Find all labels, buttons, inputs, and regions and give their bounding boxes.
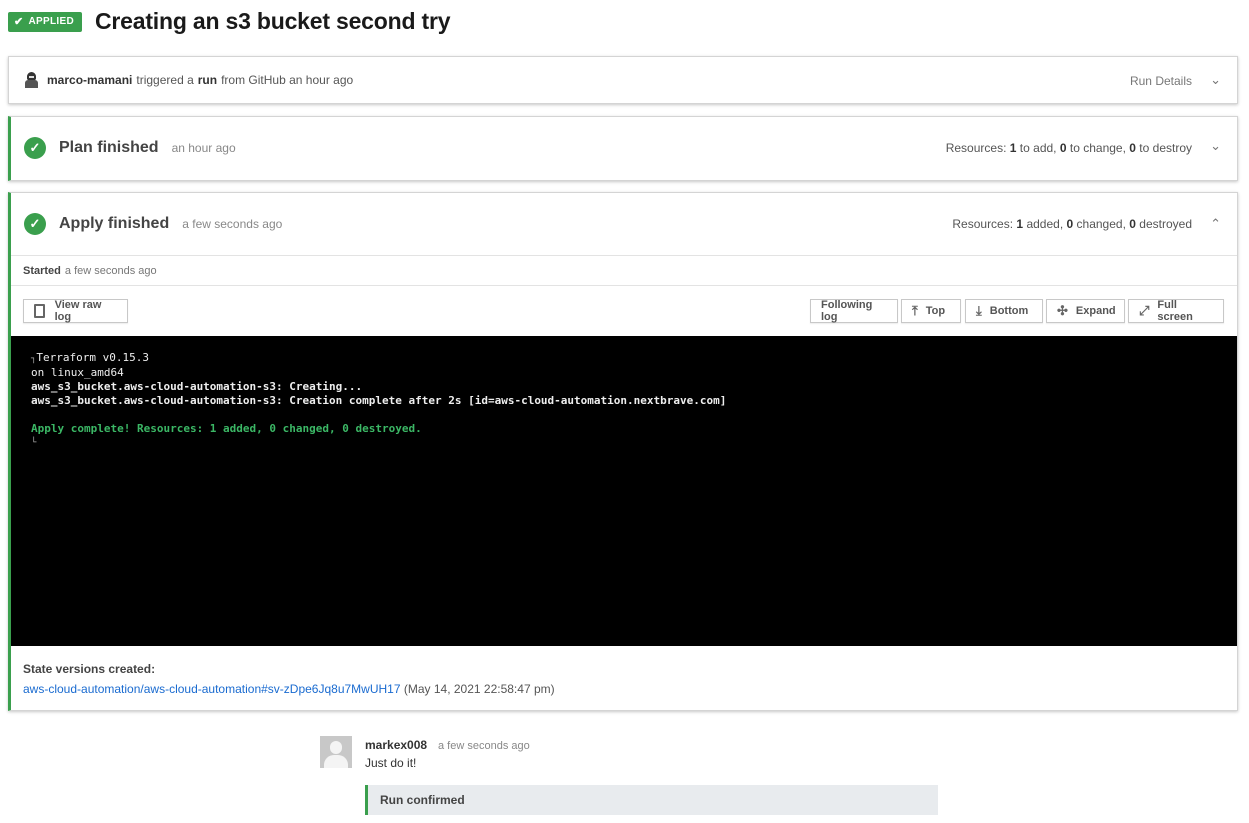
expand-button[interactable]: ✣ Expand	[1046, 299, 1125, 323]
apply-resources: Resources: 1 added, 0 changed, 0 destroy…	[952, 217, 1192, 231]
comment-author[interactable]: markex008	[365, 738, 427, 752]
chevron-up-icon[interactable]: ⌃	[1210, 216, 1221, 232]
view-raw-log-button[interactable]: View raw log	[23, 299, 128, 323]
arrow-to-bottom-icon: ⤓	[976, 303, 982, 318]
run-confirmed-banner: Run confirmed	[365, 785, 938, 815]
top-button[interactable]: ⤒ Top	[901, 299, 961, 323]
page-title: Creating an s3 bucket second try	[94, 8, 451, 34]
run-header: ✔ APPLIED Creating an s3 bucket second t…	[8, 8, 451, 35]
log-toolbar: View raw log Following log ⤒ Top ⤓ Botto…	[11, 286, 1237, 336]
expand-icon: ✣	[1057, 303, 1068, 318]
run-trigger-card[interactable]: marco-mamani triggered a run from GitHub…	[8, 56, 1238, 104]
status-badge: ✔ APPLIED	[8, 11, 82, 32]
log-line: ┐Terraform v0.15.3	[31, 351, 150, 364]
full-screen-button[interactable]: ⤢ Full screen	[1128, 299, 1224, 323]
user-avatar	[25, 72, 38, 88]
plan-title: Plan finished	[59, 139, 159, 156]
check-icon: ✔	[14, 16, 24, 28]
log-line: aws_s3_bucket.aws-cloud-automation-s3: C…	[31, 394, 727, 407]
trigger-user[interactable]: marco-mamani	[47, 73, 132, 87]
plan-resources: Resources: 1 to add, 0 to change, 0 to d…	[945, 141, 1192, 155]
status-badge-label: APPLIED	[28, 16, 74, 27]
apply-started: Started a few seconds ago	[11, 255, 1237, 286]
trigger-run-link[interactable]: run	[198, 73, 217, 87]
avatar	[320, 736, 352, 768]
apply-time: a few seconds ago	[182, 217, 283, 231]
comment-time: a few seconds ago	[438, 740, 530, 752]
apply-card: ✓ Apply finished a few seconds ago Resou…	[8, 192, 1238, 711]
following-log-button[interactable]: Following log	[810, 299, 898, 323]
log-terminal[interactable]: ┐Terraform v0.15.3 on linux_amd64 aws_s3…	[11, 336, 1237, 646]
full-screen-icon: ⤢	[1139, 303, 1150, 318]
trigger-source: from GitHub an hour ago	[221, 73, 354, 87]
apply-title: Apply finished	[59, 215, 170, 232]
run-details-button[interactable]: Run Details	[1130, 74, 1192, 88]
check-circle-icon: ✓	[24, 213, 46, 235]
state-version-date: (May 14, 2021 22:58:47 pm)	[403, 682, 555, 696]
log-line: aws_s3_bucket.aws-cloud-automation-s3: C…	[31, 380, 363, 393]
document-icon	[34, 304, 45, 318]
log-line: on linux_amd64	[31, 366, 124, 379]
log-line-success: Apply complete! Resources: 1 added, 0 ch…	[31, 422, 422, 435]
state-versions-label: State versions created:	[23, 662, 156, 676]
chevron-down-icon[interactable]: ⌄	[1210, 72, 1221, 88]
check-circle-icon: ✓	[24, 137, 46, 159]
chevron-down-icon[interactable]: ⌄	[1210, 138, 1221, 154]
comment-text: Just do it!	[365, 756, 417, 770]
plan-time: an hour ago	[171, 141, 236, 155]
plan-card[interactable]: ✓ Plan finished an hour ago Resources: 1…	[8, 116, 1238, 181]
trigger-text: triggered a	[136, 73, 194, 87]
bottom-button[interactable]: ⤓ Bottom	[965, 299, 1043, 323]
state-versions: State versions created: aws-cloud-automa…	[11, 646, 1237, 712]
state-version-link[interactable]: aws-cloud-automation/aws-cloud-automatio…	[23, 682, 401, 696]
arrow-to-top-icon: ⤒	[912, 303, 918, 318]
